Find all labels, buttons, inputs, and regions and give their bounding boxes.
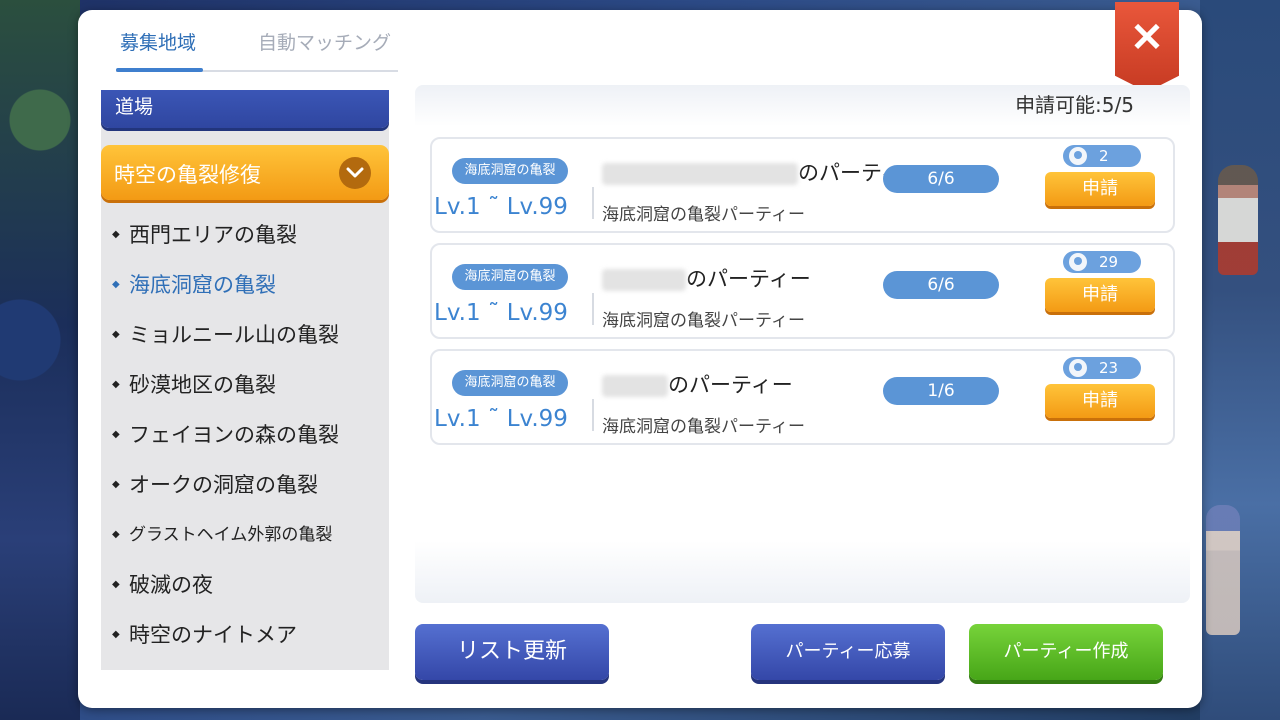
create-party-button[interactable]: パーティー作成: [969, 624, 1163, 680]
party-badge: 2: [1063, 145, 1141, 167]
sidebar-region-list: 西門エリアの亀裂 海底洞窟の亀裂 ミョルニール山の亀裂 砂漠地区の亀裂 フェイヨ…: [101, 210, 389, 660]
level-range: Lv.1 ˜ Lv.99: [434, 300, 568, 326]
emblem-icon: [1069, 359, 1087, 377]
close-button[interactable]: ✕: [1115, 2, 1179, 92]
redacted-leader-name: [602, 269, 686, 291]
emblem-icon: [1069, 253, 1087, 271]
active-tab-indicator: [116, 68, 203, 72]
redacted-leader-name: [602, 163, 798, 185]
redacted-leader-name: [602, 375, 668, 397]
sidebar-item-night-of-ruin[interactable]: 破滅の夜: [101, 560, 389, 610]
background-character: [1206, 505, 1240, 635]
party-badge: 23: [1063, 357, 1141, 379]
party-description: 海底洞窟の亀裂パーティー: [602, 417, 805, 437]
divider: [592, 293, 594, 325]
party-apply-button[interactable]: パーティー応募: [751, 624, 945, 680]
tab-auto-matching[interactable]: 自動マッチング: [258, 28, 391, 55]
party-row: 海底洞窟の亀裂 Lv.1 ˜ Lv.99 のパーティー 海底洞窟の亀裂パーティー…: [430, 349, 1175, 445]
party-row: 海底洞窟の亀裂 Lv.1 ˜ Lv.99 のパーティー 海底洞窟の亀裂パーティー…: [430, 243, 1175, 339]
party-description: 海底洞窟の亀裂パーティー: [602, 311, 805, 331]
party-name: のパーティー: [602, 369, 793, 399]
apply-button[interactable]: 申請: [1045, 278, 1155, 312]
level-range: Lv.1 ˜ Lv.99: [434, 194, 568, 220]
party-name-suffix: のパーティー: [668, 373, 793, 397]
sidebar-item-desert[interactable]: 砂漠地区の亀裂: [101, 360, 389, 410]
sidebar-category-dojo[interactable]: 道場: [101, 90, 389, 128]
divider: [592, 399, 594, 431]
apply-button[interactable]: 申請: [1045, 172, 1155, 206]
badge-value: 2: [1099, 147, 1109, 165]
member-count: 6/6: [883, 271, 999, 299]
chevron-down-icon: [339, 157, 371, 189]
member-count: 6/6: [883, 165, 999, 193]
tab-recruit-region[interactable]: 募集地域: [120, 28, 196, 55]
sidebar-category-rift-repair[interactable]: 時空の亀裂修復: [101, 145, 389, 200]
member-count: 1/6: [883, 377, 999, 405]
divider: [592, 187, 594, 219]
sidebar-item-orc-cave[interactable]: オークの洞窟の亀裂: [101, 460, 389, 510]
badge-value: 23: [1099, 359, 1119, 377]
region-tag: 海底洞窟の亀裂: [452, 370, 568, 396]
category-label: 道場: [115, 96, 154, 118]
close-icon: ✕: [1130, 16, 1164, 60]
party-list-panel[interactable]: 申請可能:5/5 海底洞窟の亀裂 Lv.1 ˜ Lv.99 のパーティー 海底洞…: [415, 85, 1190, 603]
sidebar-item-undersea-cave[interactable]: 海底洞窟の亀裂: [101, 260, 389, 310]
available-applications: 申請可能:5/5: [1015, 93, 1134, 117]
sidebar-item-mjolnir[interactable]: ミョルニール山の亀裂: [101, 310, 389, 360]
background-character: [1218, 165, 1258, 275]
region-tag: 海底洞窟の亀裂: [452, 158, 568, 184]
party-recruit-dialog: 募集地域 自動マッチング ✕ 道場 時空の亀裂修復 西門エリアの亀裂 海底洞窟の…: [78, 2, 1202, 708]
refresh-list-button[interactable]: リスト更新: [415, 624, 609, 680]
apply-button[interactable]: 申請: [1045, 384, 1155, 418]
badge-value: 29: [1099, 253, 1119, 271]
sidebar-item-west-gate[interactable]: 西門エリアの亀裂: [101, 210, 389, 260]
level-range: Lv.1 ˜ Lv.99: [434, 406, 568, 432]
category-label: 時空の亀裂修復: [114, 163, 261, 187]
emblem-icon: [1069, 147, 1087, 165]
tab-bar: 募集地域 自動マッチング: [116, 10, 398, 72]
sidebar-item-time-nightmare[interactable]: 時空のナイトメア: [101, 610, 389, 660]
party-row: 海底洞窟の亀裂 Lv.1 ˜ Lv.99 のパーティー 海底洞窟の亀裂パーティー…: [430, 137, 1175, 233]
party-name-suffix: のパーティー: [686, 267, 811, 291]
party-description: 海底洞窟の亀裂パーティー: [602, 205, 805, 225]
party-badge: 29: [1063, 251, 1141, 273]
game-background-left: [0, 0, 80, 720]
party-name: のパーティー: [602, 157, 923, 187]
sidebar-item-glast-heim[interactable]: グラストヘイム外郭の亀裂: [101, 510, 389, 560]
sidebar-item-payon-forest[interactable]: フェイヨンの森の亀裂: [101, 410, 389, 460]
region-tag: 海底洞窟の亀裂: [452, 264, 568, 290]
region-sidebar[interactable]: 道場 時空の亀裂修復 西門エリアの亀裂 海底洞窟の亀裂 ミョルニール山の亀裂 砂…: [101, 90, 389, 670]
party-name: のパーティー: [602, 263, 811, 293]
